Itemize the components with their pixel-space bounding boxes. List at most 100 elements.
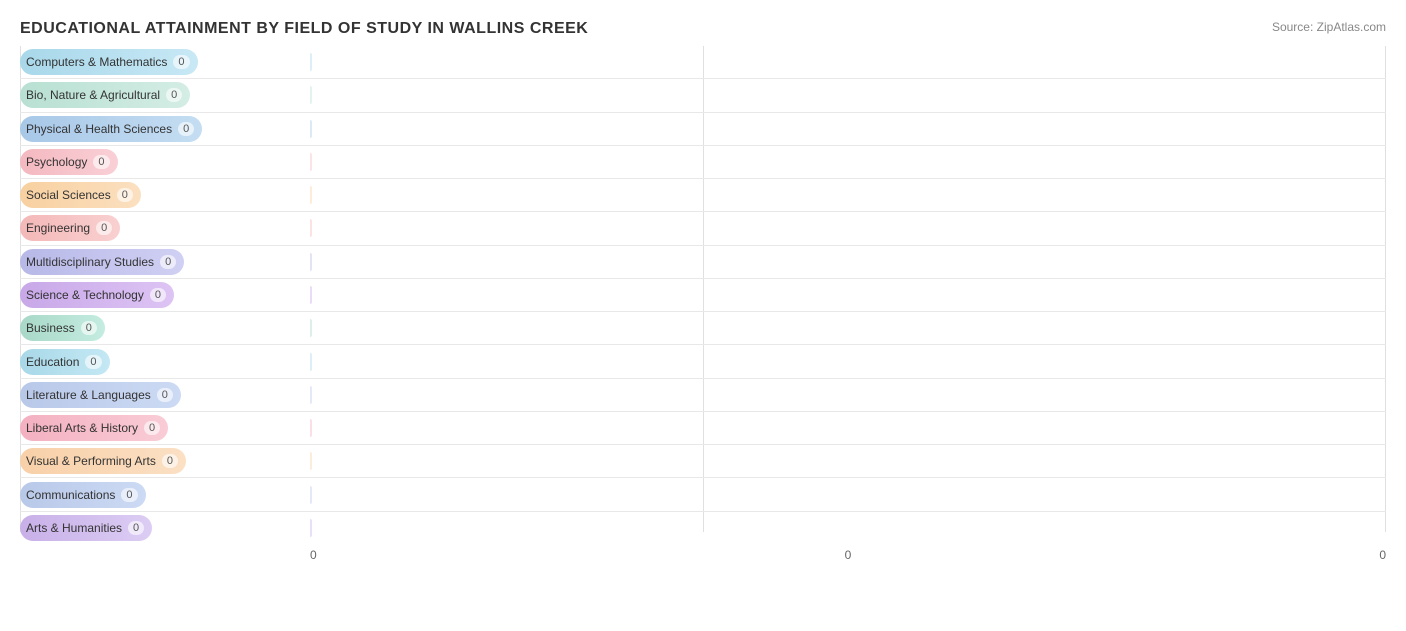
bar-row: Computers & Mathematics 0 xyxy=(20,46,1386,79)
bar-value: 0 xyxy=(166,88,182,102)
bar-value: 0 xyxy=(96,221,112,235)
bar-value: 0 xyxy=(157,388,173,402)
bar-pill: Visual & Performing Arts 0 xyxy=(20,448,186,474)
bar-value: 0 xyxy=(150,288,166,302)
bar-label-container: Communications 0 xyxy=(20,482,310,508)
bar-label-container: Visual & Performing Arts 0 xyxy=(20,448,310,474)
bar-row: Engineering 0 xyxy=(20,212,1386,245)
bar-row: Psychology 0 xyxy=(20,146,1386,179)
bar-pill: Physical & Health Sciences 0 xyxy=(20,116,202,142)
bar-value: 0 xyxy=(117,188,133,202)
bar-label-container: Social Sciences 0 xyxy=(20,182,310,208)
bar-label-container: Business 0 xyxy=(20,315,310,341)
bar-fill xyxy=(310,86,312,104)
bar-row: Arts & Humanities 0 xyxy=(20,512,1386,544)
bar-fill xyxy=(310,353,312,371)
x-axis-label: 0 xyxy=(845,548,852,562)
bars-area: Computers & Mathematics 0 Bio, Nature & … xyxy=(20,46,1386,544)
bar-value: 0 xyxy=(173,55,189,69)
bar-track xyxy=(310,219,1386,237)
bar-value: 0 xyxy=(178,122,194,136)
bar-label: Social Sciences xyxy=(26,188,111,202)
bar-track xyxy=(310,486,1386,504)
bar-label-container: Computers & Mathematics 0 xyxy=(20,49,310,75)
bar-pill: Business 0 xyxy=(20,315,105,341)
bar-fill xyxy=(310,419,312,437)
bar-label: Communications xyxy=(26,488,115,502)
bar-label-container: Education 0 xyxy=(20,349,310,375)
bar-label-container: Engineering 0 xyxy=(20,215,310,241)
bar-label: Literature & Languages xyxy=(26,388,151,402)
bar-label-container: Bio, Nature & Agricultural 0 xyxy=(20,82,310,108)
bar-row: Communications 0 xyxy=(20,478,1386,511)
bar-track xyxy=(310,186,1386,204)
bar-row: Social Sciences 0 xyxy=(20,179,1386,212)
bar-fill xyxy=(310,486,312,504)
chart-container: EDUCATIONAL ATTAINMENT BY FIELD OF STUDY… xyxy=(0,0,1406,631)
bar-label-container: Arts & Humanities 0 xyxy=(20,515,310,541)
bar-track xyxy=(310,253,1386,271)
bar-pill: Liberal Arts & History 0 xyxy=(20,415,168,441)
bar-pill: Science & Technology 0 xyxy=(20,282,174,308)
bar-pill: Engineering 0 xyxy=(20,215,120,241)
bar-fill xyxy=(310,253,312,271)
bar-label: Computers & Mathematics xyxy=(26,55,167,69)
bar-track xyxy=(310,53,1386,71)
bar-fill xyxy=(310,319,312,337)
bar-pill: Multidisciplinary Studies 0 xyxy=(20,249,184,275)
bar-track xyxy=(310,86,1386,104)
bar-track xyxy=(310,386,1386,404)
bar-row: Multidisciplinary Studies 0 xyxy=(20,246,1386,279)
bar-fill xyxy=(310,53,312,71)
chart-area: Computers & Mathematics 0 Bio, Nature & … xyxy=(20,46,1386,562)
bar-track xyxy=(310,452,1386,470)
bar-pill: Literature & Languages 0 xyxy=(20,382,181,408)
bar-value: 0 xyxy=(85,355,101,369)
bar-track xyxy=(310,319,1386,337)
bar-row: Bio, Nature & Agricultural 0 xyxy=(20,79,1386,112)
bar-fill xyxy=(310,153,312,171)
bar-pill: Social Sciences 0 xyxy=(20,182,141,208)
bar-label-container: Physical & Health Sciences 0 xyxy=(20,116,310,142)
bar-row: Education 0 xyxy=(20,345,1386,378)
bar-value: 0 xyxy=(81,321,97,335)
x-axis-label: 0 xyxy=(310,548,317,562)
bar-label: Engineering xyxy=(26,221,90,235)
bar-pill: Education 0 xyxy=(20,349,110,375)
bar-label: Visual & Performing Arts xyxy=(26,454,156,468)
bar-row: Physical & Health Sciences 0 xyxy=(20,113,1386,146)
bar-label-container: Psychology 0 xyxy=(20,149,310,175)
chart-title: EDUCATIONAL ATTAINMENT BY FIELD OF STUDY… xyxy=(20,20,1386,38)
bar-value: 0 xyxy=(162,454,178,468)
bar-label: Science & Technology xyxy=(26,288,144,302)
bar-value: 0 xyxy=(128,521,144,535)
bar-label-container: Science & Technology 0 xyxy=(20,282,310,308)
bar-fill xyxy=(310,286,312,304)
bar-row: Science & Technology 0 xyxy=(20,279,1386,312)
bar-label-container: Multidisciplinary Studies 0 xyxy=(20,249,310,275)
bar-track xyxy=(310,419,1386,437)
bar-value: 0 xyxy=(144,421,160,435)
bar-value: 0 xyxy=(121,488,137,502)
bar-label: Bio, Nature & Agricultural xyxy=(26,88,160,102)
bar-pill: Communications 0 xyxy=(20,482,146,508)
bar-track xyxy=(310,286,1386,304)
bar-track xyxy=(310,519,1386,537)
bar-pill: Bio, Nature & Agricultural 0 xyxy=(20,82,190,108)
bar-pill: Arts & Humanities 0 xyxy=(20,515,152,541)
x-axis: 0 0 0 xyxy=(310,548,1386,562)
x-axis-label: 0 xyxy=(1379,548,1386,562)
bar-row: Literature & Languages 0 xyxy=(20,379,1386,412)
bar-fill xyxy=(310,452,312,470)
bar-label: Business xyxy=(26,321,75,335)
bar-label: Psychology xyxy=(26,155,87,169)
bar-pill: Computers & Mathematics 0 xyxy=(20,49,198,75)
bar-fill xyxy=(310,519,312,537)
bar-label-container: Liberal Arts & History 0 xyxy=(20,415,310,441)
bar-fill xyxy=(310,120,312,138)
bar-value: 0 xyxy=(93,155,109,169)
bar-label: Physical & Health Sciences xyxy=(26,122,172,136)
bar-track xyxy=(310,353,1386,371)
bar-label: Arts & Humanities xyxy=(26,521,122,535)
bar-row: Visual & Performing Arts 0 xyxy=(20,445,1386,478)
